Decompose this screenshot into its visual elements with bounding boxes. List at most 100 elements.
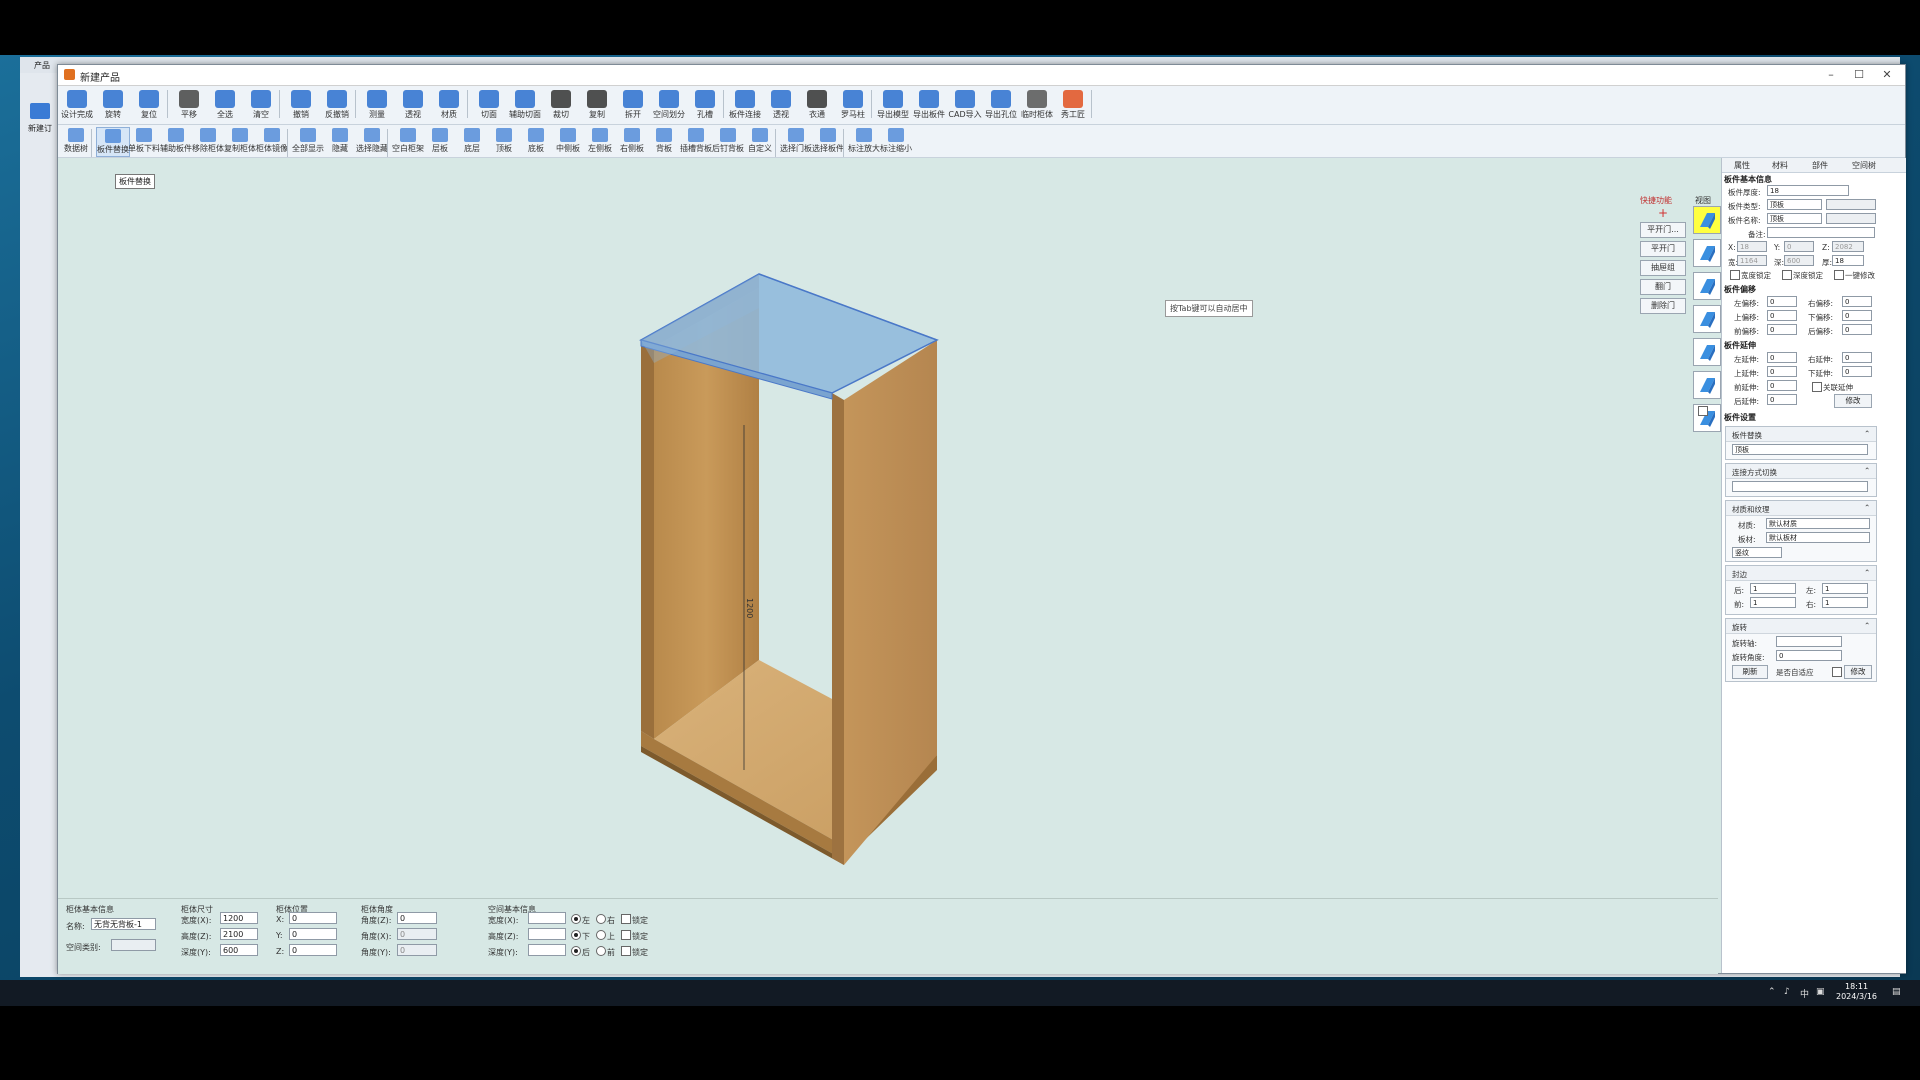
toolbar1-button-25[interactable]: 导出孔位 (984, 88, 1018, 122)
down-ext-input[interactable]: 0 (1842, 366, 1872, 377)
toolbar1-button-21[interactable]: 罗马柱 (836, 88, 870, 122)
view-cube-4[interactable] (1693, 338, 1721, 366)
depth-lock-checkbox[interactable] (1782, 270, 1792, 280)
part-y-input[interactable]: 0 (1784, 241, 1814, 252)
up-offset-input[interactable]: 0 (1767, 310, 1797, 321)
toolbar1-button-10[interactable]: 材质 (432, 88, 466, 122)
maximize-button[interactable]: ☐ (1846, 67, 1872, 83)
part-depth-input[interactable]: 600 (1784, 255, 1814, 266)
toolbar2-button-2[interactable]: 单板下料 (128, 127, 160, 155)
toolbar2-button-15[interactable]: 中侧板 (552, 127, 584, 155)
part-width-input[interactable]: 1164 (1737, 255, 1767, 266)
toolbar2-button-9[interactable]: 选择隐藏 (356, 127, 388, 155)
edge-left-input[interactable]: 1 (1822, 583, 1868, 594)
rotate-group-header[interactable]: 旋转 ⌃ (1726, 619, 1876, 634)
minimize-button[interactable]: – (1818, 67, 1844, 83)
modify-ext-button[interactable]: 修改 (1834, 394, 1872, 408)
toolbar2-button-12[interactable]: 底层 (456, 127, 488, 155)
toolbar1-button-0[interactable]: 设计完成 (60, 88, 94, 122)
tab-parts[interactable]: 部件 (1812, 160, 1828, 171)
close-button[interactable]: ✕ (1874, 67, 1900, 83)
thickness-input[interactable]: 18 (1767, 185, 1849, 196)
width-lock-checkbox[interactable] (1730, 270, 1740, 280)
edge-front-input[interactable]: 1 (1750, 597, 1796, 608)
collapse-icon[interactable]: ⌃ (1864, 621, 1870, 630)
collapse-icon[interactable]: ⌃ (1864, 429, 1870, 438)
toolbar2-button-5[interactable]: 复制柜体 (224, 127, 256, 155)
toolbar2-button-7[interactable]: 全部显示 (292, 127, 324, 155)
toolbar1-button-3[interactable]: 平移 (172, 88, 206, 122)
lock-height-checkbox[interactable] (621, 930, 631, 940)
space-type-input[interactable] (111, 939, 156, 951)
toolbar1-button-17[interactable]: 孔槽 (688, 88, 722, 122)
toolbar1-button-13[interactable]: 裁切 (544, 88, 578, 122)
side-action-button-4[interactable]: 删除门 (1640, 298, 1686, 314)
view-cube-3[interactable] (1693, 305, 1721, 333)
toolbar2-button-17[interactable]: 右侧板 (616, 127, 648, 155)
back-offset-input[interactable]: 0 (1842, 324, 1872, 335)
toolbar1-button-5[interactable]: 清空 (244, 88, 278, 122)
front-radio[interactable] (596, 946, 606, 956)
part-thick-input[interactable]: 18 (1832, 255, 1864, 266)
toolbar1-button-6[interactable]: 撤销 (284, 88, 318, 122)
grain-select[interactable]: 竖纹 (1732, 547, 1782, 558)
toolbar1-button-16[interactable]: 空间划分 (652, 88, 686, 122)
toolbar2-button-11[interactable]: 层板 (424, 127, 456, 155)
lock-width-checkbox[interactable] (621, 914, 631, 924)
part-name-select[interactable] (1826, 213, 1876, 224)
toolbar1-button-18[interactable]: 板件连接 (728, 88, 762, 122)
toolbar2-button-23[interactable]: 选择板件 (812, 127, 844, 155)
clock[interactable]: 18:11 2024/3/16 (1836, 982, 1877, 1002)
part-subtype-select[interactable] (1826, 199, 1876, 210)
down-offset-input[interactable]: 0 (1842, 310, 1872, 321)
toolbar1-button-11[interactable]: 切面 (472, 88, 506, 122)
ime-indicator[interactable]: 中 (1800, 987, 1809, 1000)
toolbar1-button-9[interactable]: 透视 (396, 88, 430, 122)
toolbar1-button-14[interactable]: 复制 (580, 88, 614, 122)
left-radio[interactable] (571, 914, 581, 924)
toolbar2-button-13[interactable]: 顶板 (488, 127, 520, 155)
view-cube-5[interactable] (1693, 371, 1721, 399)
background-app-item[interactable]: 新建订 (28, 123, 52, 134)
side-action-button-3[interactable]: 翻门 (1640, 279, 1686, 295)
toolbar2-button-22[interactable]: 选择门板 (780, 127, 812, 155)
toolbar1-button-26[interactable]: 临时柜体 (1020, 88, 1054, 122)
toolbar2-button-3[interactable]: 辅助板件 (160, 127, 192, 155)
toolbar2-button-21[interactable]: 自定义 (744, 127, 776, 155)
toolbar1-button-27[interactable]: 秀工匠 (1056, 88, 1090, 122)
toolbar1-button-7[interactable]: 反撤销 (320, 88, 354, 122)
replace-select[interactable]: 顶板 (1732, 444, 1868, 455)
back-ext-input[interactable]: 0 (1767, 394, 1797, 405)
toolbar1-button-20[interactable]: 衣通 (800, 88, 834, 122)
tab-properties[interactable]: 属性 (1734, 160, 1750, 171)
board-select[interactable]: 默认板材 (1766, 532, 1870, 543)
toolbar2-button-20[interactable]: 后钉背板 (712, 127, 744, 155)
volume-icon[interactable]: ♪ (1784, 987, 1790, 997)
pos-x-input[interactable]: 0 (289, 912, 337, 924)
material-select[interactable]: 默认材质 (1766, 518, 1870, 529)
view-cube-1[interactable] (1693, 239, 1721, 267)
scheme-group-header[interactable]: 连接方式切换 ⌃ (1726, 464, 1876, 479)
toolbar2-button-4[interactable]: 移除柜体 (192, 127, 224, 155)
note-input[interactable] (1767, 227, 1875, 238)
left-offset-input[interactable]: 0 (1767, 296, 1797, 307)
toolbar2-button-14[interactable]: 底板 (520, 127, 552, 155)
toolbar1-button-24[interactable]: CAD导入 (948, 88, 982, 122)
edge-back-input[interactable]: 1 (1750, 583, 1796, 594)
tab-materials[interactable]: 材料 (1772, 160, 1788, 171)
up-ext-input[interactable]: 0 (1767, 366, 1797, 377)
right-ext-input[interactable]: 0 (1842, 352, 1872, 363)
tab-space-tree[interactable]: 空间树 (1852, 160, 1876, 171)
right-panel-front-edge[interactable] (832, 393, 844, 865)
up-radio[interactable] (596, 930, 606, 940)
chevron-up-icon[interactable]: ⌃ (1768, 987, 1776, 997)
angle-x-input[interactable]: 0 (397, 928, 437, 940)
toolbar2-button-19[interactable]: 插槽背板 (680, 127, 712, 155)
collapse-icon[interactable]: ⌃ (1864, 503, 1870, 512)
auto-view-checkbox[interactable] (1698, 406, 1708, 416)
toolbar1-button-15[interactable]: 拆开 (616, 88, 650, 122)
side-action-button-0[interactable]: 平开门... (1640, 222, 1686, 238)
toolbar1-button-2[interactable]: 复位 (132, 88, 166, 122)
side-action-button-2[interactable]: 抽屉组 (1640, 260, 1686, 276)
material-group-header[interactable]: 材质和纹理 ⌃ (1726, 501, 1876, 516)
